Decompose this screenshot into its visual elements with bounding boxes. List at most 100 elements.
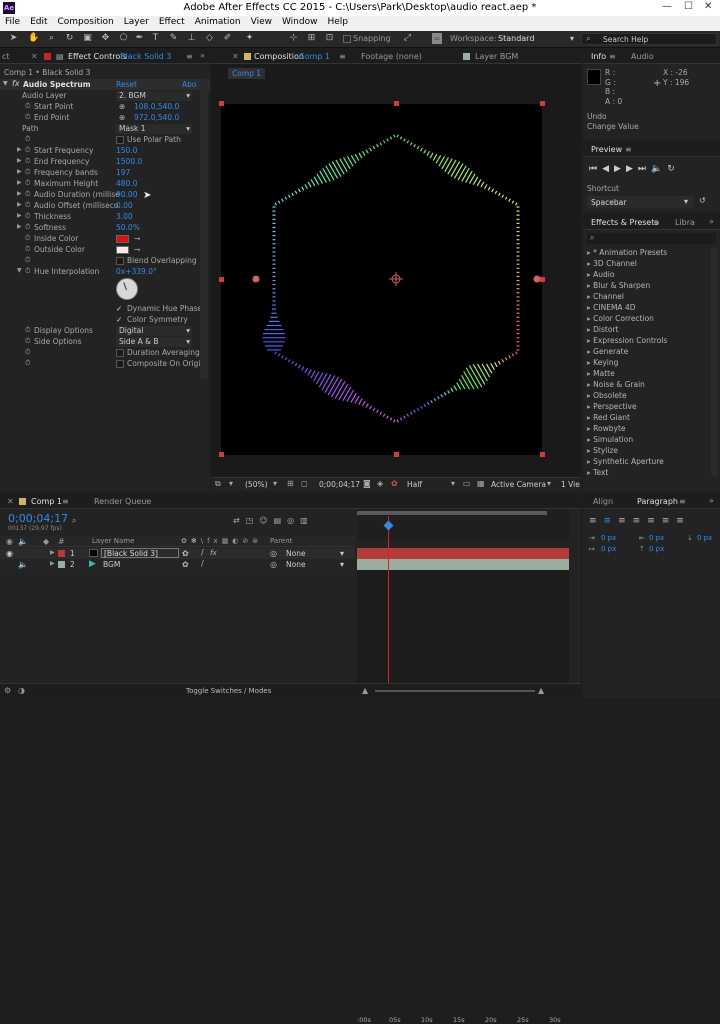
footage-tab[interactable]: Footage (none) [361, 52, 422, 61]
effects-category-item[interactable]: Synthetic Aperture [587, 457, 664, 468]
stopwatch-icon[interactable]: ⏱ [25, 168, 30, 177]
effects-category-item[interactable]: Noise & Grain [587, 380, 645, 391]
reset-shortcut-icon[interactable]: ↺ [699, 196, 706, 205]
toggle-switches-modes[interactable]: Toggle Switches / Modes [186, 687, 271, 695]
parent-dropdown[interactable]: None [286, 549, 306, 558]
effects-category-item[interactable]: Channel [587, 292, 624, 303]
preview-tab[interactable]: Preview [591, 145, 622, 154]
justify-last-right-icon[interactable]: ≡ [662, 516, 677, 526]
loop-icon[interactable]: ↻ [667, 164, 680, 174]
graph-editor-icon[interactable]: ▥ [300, 516, 314, 525]
zoom-dropdown-arrow-icon[interactable]: ▾ [273, 479, 277, 488]
timeline-comp-tab[interactable]: Comp 1 [31, 497, 62, 506]
motion-blur-icon[interactable]: ◎ [287, 516, 300, 525]
stopwatch-icon[interactable]: ⏱ [25, 359, 30, 368]
workspace-dropdown-icon[interactable]: ▾ [570, 34, 574, 43]
panel-menu-icon[interactable]: ≡ [339, 52, 346, 61]
resolution-dropdown[interactable]: Half [407, 480, 422, 489]
layer-switches-icon[interactable]: ⚙ [4, 686, 11, 695]
audio-tab[interactable]: Audio [631, 52, 654, 61]
layer-tab[interactable]: Layer BGM [475, 52, 518, 61]
axis-local-icon[interactable]: ⊹ [288, 33, 299, 44]
use-polar-checkbox[interactable] [116, 136, 124, 144]
effects-category-item[interactable]: CINEMA 4D [587, 303, 635, 314]
menu-effect[interactable]: Effect [154, 16, 190, 27]
twirl-icon[interactable]: ▶ [50, 549, 55, 556]
dropdown-arrow-icon[interactable]: ▾ [340, 549, 344, 558]
stopwatch-icon[interactable]: ⏱ [25, 234, 30, 243]
effect-controls-tab-layer[interactable]: Black Solid 3 [120, 52, 171, 61]
close-tab-icon[interactable]: ✕ [232, 52, 239, 61]
rotate-tool-icon[interactable]: ↻ [64, 33, 75, 44]
axis-world-icon[interactable]: ⊞ [306, 33, 317, 44]
always-preview-icon[interactable]: ⧉ [215, 479, 221, 489]
menu-window[interactable]: Window [277, 16, 323, 27]
effects-scrollbar[interactable] [711, 248, 718, 476]
frequency-bands-value[interactable]: 197 [116, 168, 130, 177]
twirl-icon[interactable]: ▶ [50, 560, 55, 567]
panel-overflow-icon[interactable]: » [709, 496, 714, 505]
layer-handle[interactable] [540, 452, 545, 457]
effects-category-item[interactable]: Matte [587, 369, 615, 380]
stopwatch-icon[interactable]: ⏱ [25, 348, 30, 357]
play-icon[interactable]: ▶ [614, 164, 626, 174]
twirl-icon[interactable]: ▶ [17, 157, 22, 164]
twirl-icon[interactable]: ▶ [17, 190, 22, 197]
effects-category-item[interactable]: Text [587, 468, 608, 479]
channel-icon[interactable]: ✿ [391, 479, 398, 488]
camera-dropdown[interactable]: Active Camera [491, 480, 546, 489]
stopwatch-icon[interactable]: ⏱ [25, 201, 30, 210]
resolution-arrow-icon[interactable]: ▾ [451, 479, 455, 488]
hand-tool-icon[interactable]: ✋ [28, 33, 39, 44]
show-snapshot-icon[interactable]: ◈ [377, 479, 383, 488]
side-options-dropdown[interactable]: Side A & B [116, 337, 192, 347]
quality-switch-icon[interactable]: / [201, 548, 204, 557]
stopwatch-icon[interactable]: ⏱ [25, 146, 30, 155]
effect-controls-scrollbar[interactable] [200, 79, 208, 379]
blend-overlapping-checkbox[interactable] [116, 257, 124, 265]
quality-switch-icon[interactable]: / [201, 559, 204, 568]
grid-overlay-icon[interactable]: ⊞ [287, 479, 294, 488]
first-frame-icon[interactable]: ⏮ [589, 164, 602, 174]
stopwatch-icon[interactable]: ⏱ [25, 245, 30, 254]
about-link[interactable]: Abo [182, 80, 196, 89]
layer-handle[interactable] [540, 277, 545, 282]
camera-tool-icon[interactable]: ▣ [82, 33, 93, 44]
pickwhip-icon[interactable]: ◎ [270, 560, 277, 569]
effects-category-item[interactable]: 3D Channel [587, 259, 637, 270]
justify-last-left-icon[interactable]: ≡ [633, 516, 648, 526]
eyedropper-icon[interactable]: ⊸ [134, 245, 140, 254]
mute-icon[interactable]: 🔈 [651, 164, 667, 174]
camera-arrow-icon[interactable]: ▾ [547, 479, 551, 488]
transparency-grid-icon[interactable]: ▦ [477, 479, 485, 488]
shy-switch-icon[interactable]: ✿ [182, 549, 189, 558]
close-icon[interactable]: ✕ [704, 1, 712, 12]
effects-category-item[interactable]: Obsolete [587, 391, 626, 402]
eraser-tool-icon[interactable]: ◇ [204, 33, 215, 44]
zoom-slider[interactable] [375, 690, 535, 692]
timeline-timecode[interactable]: 0;00;04;17 [8, 512, 68, 525]
project-tab-stub[interactable]: ct [2, 52, 10, 61]
frame-blending-icon[interactable]: ▤ [274, 516, 288, 525]
zoom-tool-icon[interactable]: ⌕ [46, 33, 57, 44]
stopwatch-icon[interactable]: ⏱ [25, 113, 30, 122]
libraries-tab[interactable]: Libra [675, 218, 695, 227]
snapshot-icon[interactable]: ◙ [363, 479, 371, 488]
hue-interpolation-value[interactable]: 0x+339.0° [116, 267, 157, 276]
menu-file[interactable]: File [0, 16, 25, 27]
timeline-search-icon[interactable]: ⌕ [72, 516, 76, 526]
point-target-icon[interactable]: ⊕ [119, 113, 125, 122]
twirl-icon[interactable]: ▶ [17, 201, 22, 208]
shortcut-dropdown[interactable]: Spacebar ▾ [587, 196, 693, 208]
indent-left-value[interactable]: 0 px [601, 534, 616, 542]
effects-category-item[interactable]: Audio [587, 270, 614, 281]
display-options-dropdown[interactable]: Digital [116, 326, 192, 336]
timeline-layer-row[interactable]: ◉ ▶ 1 [Black Solid 3] ✿ / fx ◎ None ▾ [0, 548, 355, 559]
panel-menu-icon[interactable]: ≡ [186, 52, 193, 61]
menu-animation[interactable]: Animation [190, 16, 246, 27]
viewer-timecode[interactable]: 0;00;04;17 [319, 480, 360, 489]
first-line-indent-value[interactable]: 0 px [601, 545, 616, 553]
composite-checkbox[interactable] [116, 360, 124, 368]
zoom-out-icon[interactable]: ▲ [362, 686, 368, 695]
workspace-value[interactable]: Standard [498, 34, 534, 43]
